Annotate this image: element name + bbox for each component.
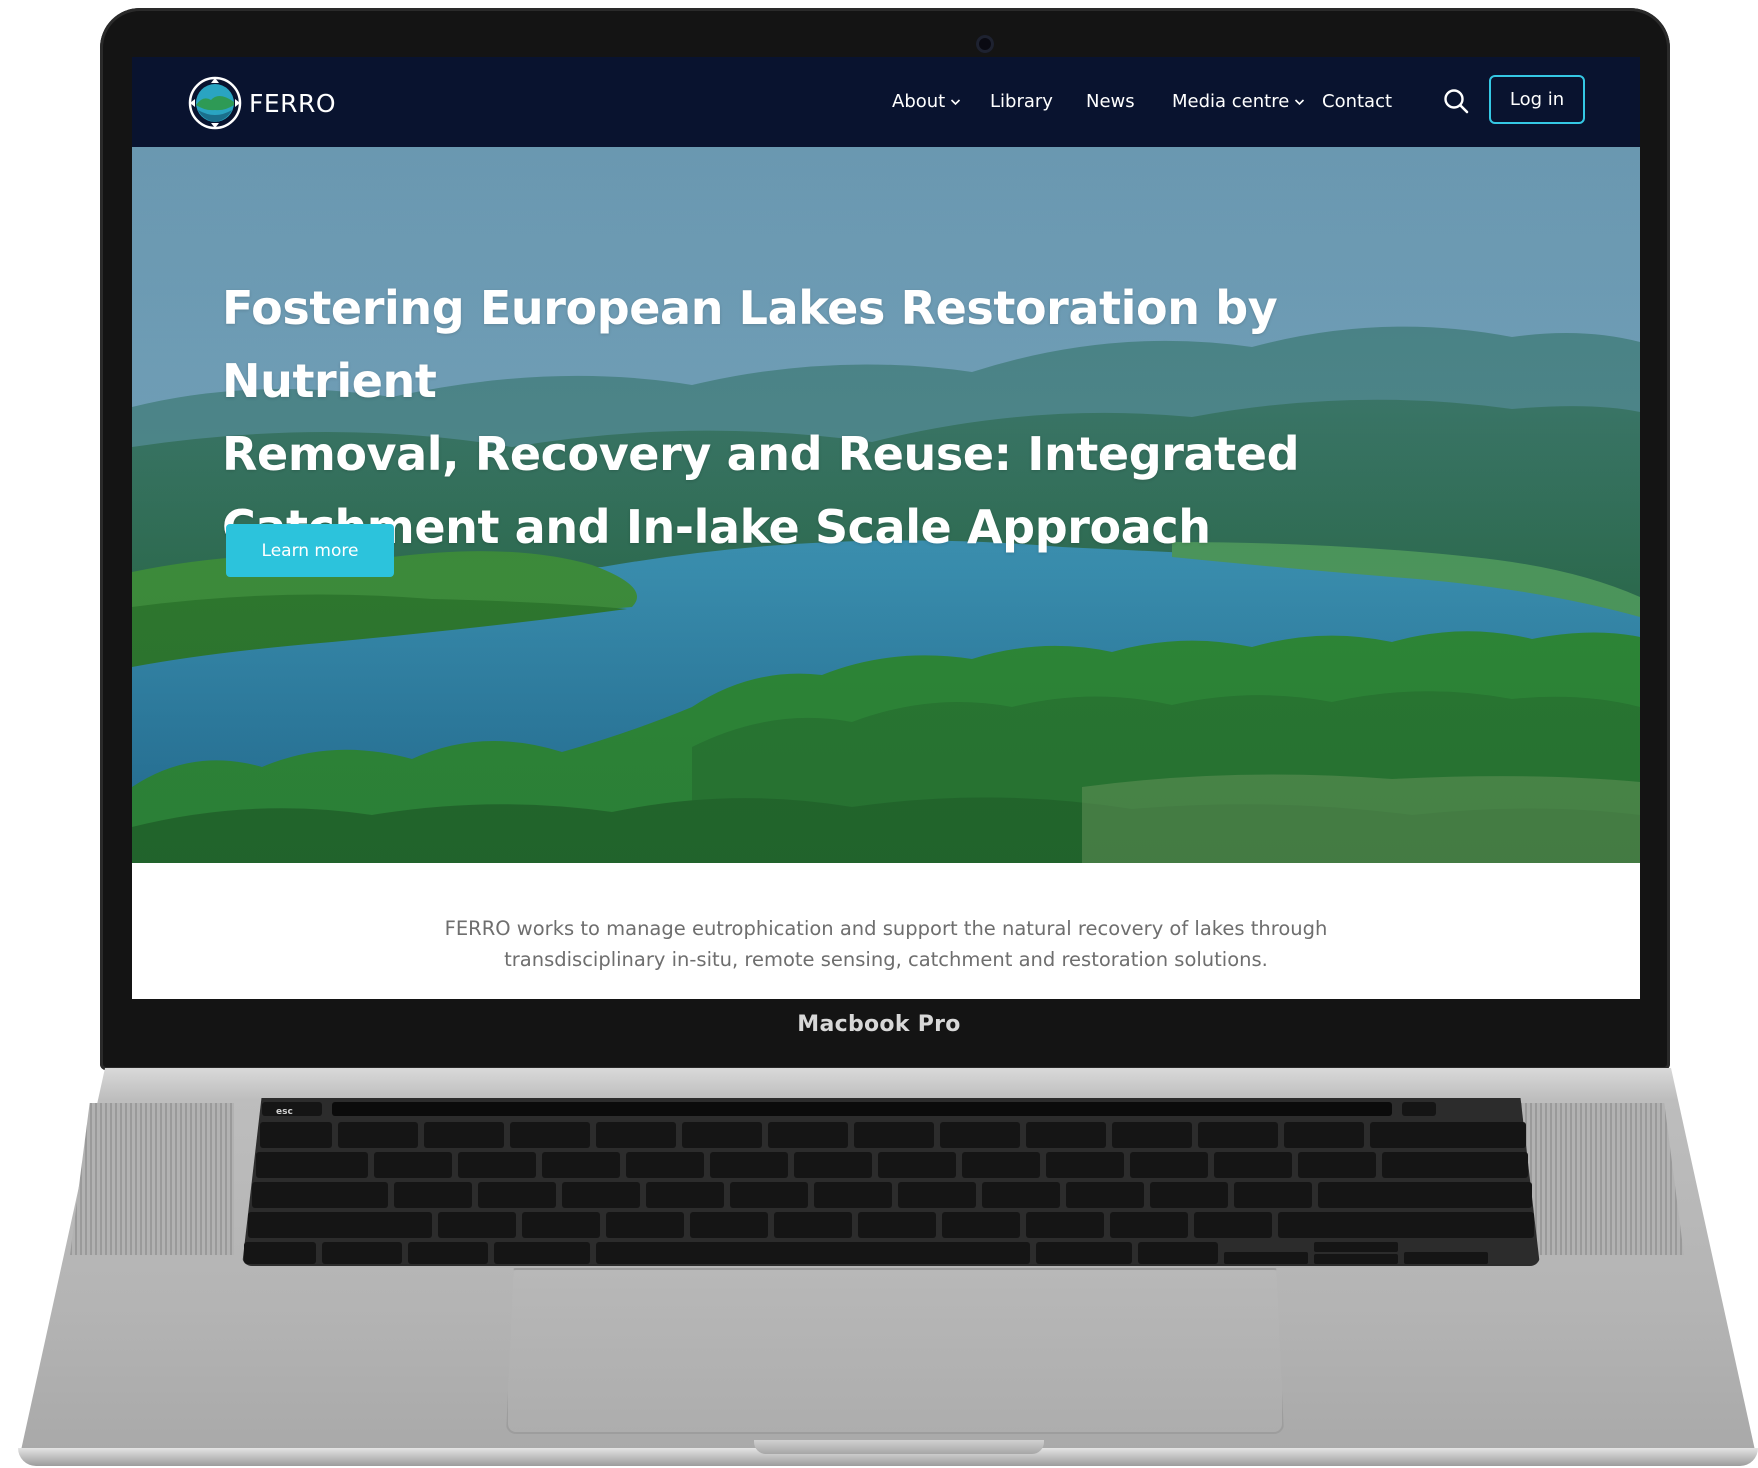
- nav-media-centre-label: Media centre: [1172, 91, 1290, 112]
- chevron-down-icon: [951, 98, 961, 105]
- webcam-icon: [976, 35, 994, 53]
- nav-library[interactable]: Library: [990, 91, 1053, 112]
- intro-text: FERRO works to manage eutrophication and…: [132, 913, 1640, 975]
- nav-contact-label: Contact: [1322, 91, 1393, 112]
- speaker-grille-left: [70, 1103, 234, 1255]
- nav-about[interactable]: About: [892, 91, 961, 112]
- hero-title: Fostering European Lakes Restoration by …: [222, 272, 1462, 564]
- search-icon[interactable]: [1442, 87, 1470, 115]
- svg-text:esc: esc: [276, 1107, 293, 1117]
- nav-contact[interactable]: Contact: [1322, 91, 1392, 112]
- keyboard-keys: esc: [244, 1102, 1534, 1264]
- trackpad: [506, 1268, 1284, 1434]
- lid-notch: [754, 1440, 1044, 1454]
- hero-title-line: Removal, Recovery and Reuse: Integrated: [222, 427, 1300, 481]
- hero-section: Fostering European Lakes Restoration by …: [132, 147, 1640, 863]
- site-header: FERRO About Library News Media centre Co…: [132, 57, 1640, 147]
- chevron-down-icon: [1295, 98, 1305, 105]
- nav-about-label: About: [892, 91, 946, 112]
- intro-line: transdisciplinary in-situ, remote sensin…: [504, 948, 1268, 971]
- nav-media-centre[interactable]: Media centre: [1172, 91, 1305, 112]
- learn-more-button[interactable]: Learn more: [226, 524, 394, 577]
- hero-title-line: Fostering European Lakes Restoration by …: [222, 281, 1278, 408]
- nav-library-label: Library: [990, 91, 1053, 112]
- main-nav: About Library News Media centre Contact: [132, 91, 1640, 115]
- nav-news-label: News: [1086, 91, 1135, 112]
- browser-viewport: FERRO About Library News Media centre Co…: [132, 57, 1640, 999]
- device-label: Macbook Pro: [797, 1012, 961, 1037]
- speaker-grille-right: [1520, 1103, 1684, 1255]
- nav-news[interactable]: News: [1086, 91, 1135, 112]
- login-button[interactable]: Log in: [1489, 75, 1585, 124]
- intro-line: FERRO works to manage eutrophication and…: [444, 917, 1328, 940]
